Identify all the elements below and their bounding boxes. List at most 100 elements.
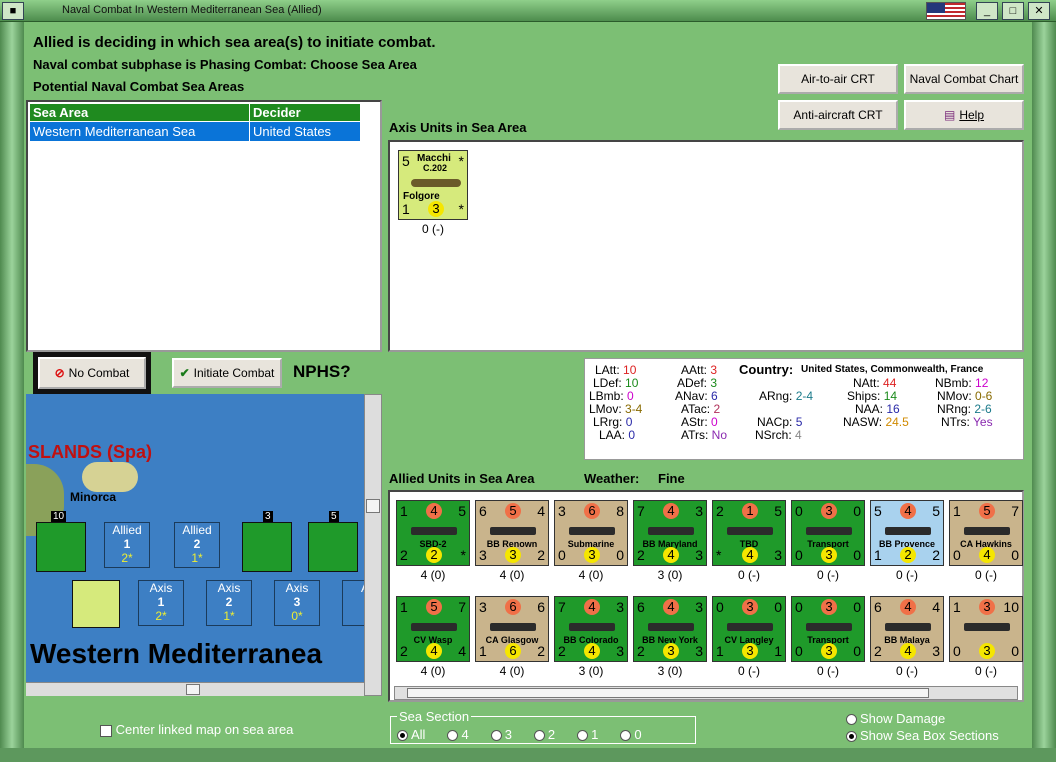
show-damage-radio[interactable]: Show Damage (846, 711, 945, 726)
air-to-air-label: Air-to-air CRT (801, 72, 875, 86)
box-number: 1 (123, 537, 131, 551)
radio-icon[interactable] (533, 730, 545, 742)
checkbox-icon[interactable] (100, 724, 112, 737)
sea-area-header[interactable]: Sea Area (29, 103, 250, 122)
counter-value: 0 (795, 599, 803, 615)
unit-counter[interactable]: 1 5 7 CV Wasp 2 4 4 (396, 596, 470, 662)
counter-value: 2 (537, 643, 545, 659)
sea-section-options: All 4 3 2 1 0 (397, 727, 664, 742)
counter-strength: 0 (-) (975, 664, 997, 678)
map-stack[interactable]: 5 (308, 511, 358, 572)
axis-box[interactable]: Axis 2 1* (206, 580, 252, 626)
unit-counter[interactable]: 7 4 3 BB Colorado 2 4 3 (554, 596, 628, 662)
sea-section-group: Sea Section All 4 3 2 1 0 (390, 709, 696, 744)
unit-counter[interactable]: 1 3 10 0 3 0 (949, 596, 1023, 662)
right-frame (1032, 22, 1056, 762)
system-menu-icon[interactable]: ■ (2, 2, 24, 20)
radio-icon[interactable] (447, 730, 459, 742)
unit-counter[interactable]: 6 4 3 BB New York 2 3 3 (633, 596, 707, 662)
counter-strength: 4 (0) (420, 664, 446, 678)
radio-icon[interactable] (846, 714, 857, 726)
counter-value: 3 (616, 643, 624, 659)
map-stack[interactable]: 10 (36, 511, 86, 572)
unit-counter[interactable]: 7 4 3 BB Maryland 2 4 3 (633, 500, 707, 566)
sea-area-cell[interactable]: Western Mediterranean Sea (29, 121, 250, 142)
decider-cell[interactable]: United States (249, 121, 361, 142)
astr-value: 0 (711, 415, 718, 429)
unit-counter[interactable]: 6 4 4 BB Malaya 2 4 3 (870, 596, 944, 662)
scroll-thumb[interactable] (407, 688, 929, 698)
radio-icon[interactable] (490, 730, 502, 742)
radio-icon[interactable] (577, 730, 589, 742)
counter-value: 1 (774, 643, 782, 659)
sea-area-map[interactable]: SLANDS (Spa) Minorca 10 Allied 1 2* Allied… (26, 394, 364, 696)
sea-section-option[interactable]: All (397, 727, 425, 742)
counter-value: 5 (774, 503, 782, 519)
unit-counter[interactable]: 0 3 0 Transport 0 3 0 (791, 596, 865, 662)
radio-icon[interactable] (846, 731, 857, 743)
show-sections-radio[interactable]: Show Sea Box Sections (846, 728, 999, 743)
counter-value: 2 (637, 547, 645, 563)
counter-value: 2 (900, 547, 916, 563)
anav-stat: ANav: 6 (675, 389, 718, 403)
map-stack[interactable]: 3 (242, 511, 292, 572)
initiate-combat-button[interactable]: ✔ Initiate Combat (172, 358, 282, 388)
nsrch-value: 4 (795, 428, 802, 442)
counter-value: 10 (1003, 599, 1019, 615)
minimize-button[interactable]: _ (976, 2, 998, 20)
anti-aircraft-crt-button[interactable]: Anti-aircraft CRT (778, 100, 898, 130)
box-value: 1* (191, 551, 203, 565)
maximize-button[interactable]: □ (1002, 2, 1024, 20)
sea-section-option[interactable]: 1 (577, 727, 598, 742)
radio-icon[interactable] (397, 730, 408, 742)
axis-units-panel: 5 Macchi C.202 * Folgore 1 3 * 0 (-) (388, 140, 1024, 352)
check-icon: ✔ (179, 366, 190, 380)
unit-counter[interactable]: 3 6 6 CA Glasgow 1 6 2 (475, 596, 549, 662)
help-button[interactable]: ▤ Help (904, 100, 1024, 130)
map-axis-stack[interactable] (72, 580, 120, 628)
naval-combat-chart-button[interactable]: Naval Combat Chart (904, 64, 1024, 94)
allied-scrollbar[interactable] (394, 686, 1018, 700)
map-hscroll-thumb[interactable] (186, 684, 200, 695)
map-vscroll-thumb[interactable] (366, 499, 380, 513)
unit-counter[interactable]: 3 6 8 Submarine 0 3 0 (554, 500, 628, 566)
sea-section-option[interactable]: 2 (533, 727, 555, 742)
show-damage-label: Show Damage (860, 711, 946, 726)
counter-value: 1 (953, 503, 961, 519)
axis-box[interactable]: Axis 3 0* (274, 580, 320, 626)
axis-box[interactable]: Axis 1 2* (138, 580, 184, 626)
unit-counter[interactable]: 6 5 4 BB Renown 3 3 2 (475, 500, 549, 566)
natt-value: 44 (883, 376, 897, 390)
axis-box[interactable]: A (342, 580, 364, 626)
unit-counter[interactable]: 1 4 5 SBD-2 2 2 * (396, 500, 470, 566)
sea-section-option[interactable]: 4 (447, 727, 469, 742)
radio-icon[interactable] (620, 730, 632, 742)
center-map-checkbox[interactable]: Center linked map on sea area (100, 722, 293, 737)
counter-value: 0 (616, 547, 624, 563)
close-button[interactable]: ✕ (1028, 2, 1050, 20)
option-label: 3 (504, 727, 512, 742)
unit-counter[interactable]: 1 5 7 CA Hawkins 0 4 0 (949, 500, 1023, 566)
ships-stat: Ships: 14 (847, 389, 898, 403)
allied-box[interactable]: Allied 1 2* (104, 522, 150, 568)
axis-units-label: Axis Units in Sea Area (389, 120, 527, 135)
sea-section-option[interactable]: 0 (620, 727, 642, 742)
unit-counter[interactable]: 0 3 0 Transport 0 3 0 (791, 500, 865, 566)
unit-counter[interactable]: 0 3 0 CV Langley 1 3 1 (712, 596, 786, 662)
unit-counter[interactable]: 2 1 5 TBD * 4 3 (712, 500, 786, 566)
counter-value: 4 (663, 503, 679, 519)
decider-header[interactable]: Decider (249, 103, 361, 122)
unit-counter[interactable]: 5 Macchi C.202 * Folgore 1 3 * (398, 150, 468, 220)
sea-section-option[interactable]: 3 (490, 727, 512, 742)
help-label: Help (959, 108, 985, 122)
table-row[interactable]: Western Mediterranean Sea United States (29, 121, 361, 142)
counter-value: * (460, 547, 466, 563)
map-vscroll[interactable] (364, 394, 382, 696)
allied-box[interactable]: Allied 2 1* (174, 522, 220, 568)
unit-counter[interactable]: 5 4 5 BB Provence 1 2 2 (870, 500, 944, 566)
plane-icon (411, 179, 461, 187)
no-combat-button[interactable]: ⊘ No Combat (38, 357, 146, 389)
air-to-air-crt-button[interactable]: Air-to-air CRT (778, 64, 898, 94)
counter-value: 0 (1011, 547, 1019, 563)
map-hscroll[interactable] (26, 682, 364, 696)
